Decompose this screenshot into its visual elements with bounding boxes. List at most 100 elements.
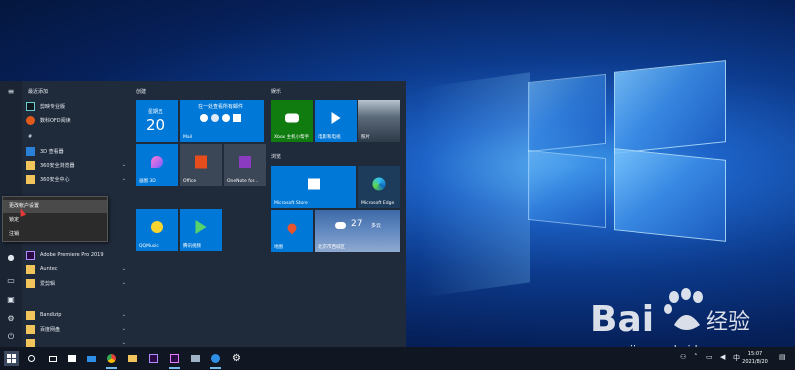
app-item-premiere[interactable]: Adobe Premiere Pro 2019 [26, 249, 126, 261]
chevron-up-icon[interactable]: ˄ [694, 353, 698, 361]
app-item-3d-viewer[interactable]: 3D 查看器 [26, 145, 126, 157]
hamburger-icon[interactable]: ≡ [6, 87, 16, 97]
settings-taskbar-icon[interactable]: ⚙ [229, 351, 244, 366]
tile-paint3d[interactable]: 画图 3D [136, 144, 178, 186]
chevron-down-icon[interactable]: ⌄ [122, 340, 126, 346]
windows-logo-pane [614, 148, 726, 242]
ofd-reader-icon [26, 115, 35, 125]
mail-taskbar-icon[interactable] [84, 351, 99, 366]
windows-logo-pane [528, 73, 606, 153]
tile-qqmusic[interactable]: QQMusic [136, 209, 178, 251]
app-item-baidu-netdisk[interactable]: 百度网盘 ⌄ [26, 323, 126, 335]
notification-icon[interactable]: ▤ [779, 353, 786, 361]
photos-taskbar-icon[interactable] [188, 351, 203, 366]
tile-maps[interactable]: 地图 [271, 210, 313, 252]
paint3d-icon [151, 155, 163, 168]
user-avatar-icon[interactable]: ● [6, 253, 16, 263]
premiere-taskbar-icon[interactable] [146, 351, 161, 366]
folder-icon [26, 160, 35, 170]
tile-label: OneNote for... [227, 179, 259, 184]
watermark-brand-cn: 经验 [706, 310, 750, 335]
app-label: 3D 查看器 [40, 148, 64, 155]
folder-icon [26, 278, 35, 288]
tile-tencent-video[interactable]: 腾讯视频 [180, 209, 222, 251]
search-circle-icon[interactable] [24, 351, 39, 366]
app-label: 360安全中心 [40, 176, 70, 183]
tile-weather[interactable]: 27 多云 北京市西城区 [315, 210, 400, 252]
app-item-ofd[interactable]: 数科OFD阅读 [26, 114, 126, 126]
edge-taskbar-icon[interactable] [208, 351, 223, 369]
chevron-down-icon[interactable]: ⌄ [122, 162, 126, 168]
folder-icon [26, 264, 35, 274]
app-item-360-browser[interactable]: 360安全浏览器 ⌄ [26, 159, 126, 171]
premiere-2-taskbar-icon[interactable] [167, 351, 182, 369]
task-view-icon[interactable] [45, 351, 60, 366]
tile-microsoft-edge[interactable]: Microsoft Edge [358, 166, 400, 208]
calendar-weekday: 星期五 [148, 109, 164, 115]
play-icon [331, 111, 341, 124]
yahoo-icon [222, 114, 230, 122]
tile-calendar[interactable]: 星期五 20 [136, 100, 178, 142]
system-clock[interactable]: 15:07 2021/8/20 [737, 350, 773, 366]
tile-label: Xbox 主机小帮手 [274, 135, 310, 140]
baidu-paw-icon [664, 288, 703, 330]
app-label: 数科OFD阅读 [40, 117, 71, 124]
folder-icon [26, 310, 35, 320]
menu-item-lock[interactable]: 锁定 [3, 214, 107, 227]
tile-label: Mail [183, 135, 193, 140]
app-item-auntec[interactable]: Auntec ⌄ [26, 263, 126, 275]
mail-envelope-icon [233, 114, 241, 122]
store-taskbar-icon[interactable] [64, 351, 79, 366]
tile-mail[interactable]: 在一处查看所有邮件 Mail [180, 100, 264, 142]
clock-time: 15:07 [747, 351, 763, 357]
tile-label: 北京市西城区 [318, 245, 345, 250]
chevron-down-icon[interactable]: ⌄ [122, 176, 126, 182]
chevron-down-icon[interactable]: ⌄ [122, 312, 126, 318]
app-item-aijianji[interactable]: 爱剪辑 ⌄ [26, 277, 126, 289]
document-icon[interactable]: ▭ [6, 276, 16, 286]
windows-logo-icon [7, 354, 16, 363]
watermark-brand: Bai [590, 299, 654, 340]
pictures-icon[interactable]: ▣ [6, 295, 16, 305]
baidu-jingyan-watermark: Bai 经验 [590, 288, 750, 340]
clock-date: 2021/8/20 [742, 359, 768, 365]
chrome-taskbar-icon[interactable] [104, 351, 119, 369]
network-icon[interactable]: ▭ [706, 353, 713, 361]
app-item-360-security[interactable]: 360安全中心 ⌄ [26, 173, 126, 185]
group-title-create[interactable]: 创建 [136, 88, 146, 95]
edge-icon [372, 177, 386, 191]
tile-microsoft-store[interactable]: Microsoft Store [271, 166, 356, 208]
people-icon[interactable]: ⚇ [680, 353, 686, 361]
group-title-play[interactable]: 娱乐 [271, 88, 281, 95]
volume-icon[interactable]: ◀ [720, 353, 725, 361]
group-title-browse[interactable]: 浏览 [271, 153, 281, 160]
account-context-menu: 更改帐户设置 锁定 注销 [2, 196, 108, 242]
jianying-icon [26, 101, 35, 111]
app-label: 360安全浏览器 [40, 162, 75, 169]
chevron-down-icon[interactable]: ⌄ [122, 326, 126, 332]
app-label: Bandizip [40, 312, 62, 318]
tile-onenote[interactable]: OneNote for... [224, 144, 266, 186]
tile-movies[interactable]: 电影和电视 [315, 100, 357, 142]
tile-office[interactable]: Office [180, 144, 222, 186]
app-item-bandizip[interactable]: Bandizip ⌄ [26, 309, 126, 321]
chevron-down-icon[interactable]: ⌄ [122, 280, 126, 286]
tile-photos[interactable]: 照片 [358, 100, 400, 142]
app-label: 剪映专业版 [40, 103, 66, 110]
power-icon[interactable]: ⏻ [6, 332, 16, 342]
light-beam [420, 72, 530, 298]
google-icon [200, 114, 208, 122]
start-button[interactable] [4, 351, 19, 366]
file-explorer-icon[interactable] [125, 351, 140, 366]
menu-item-sign-out[interactable]: 注销 [3, 228, 107, 241]
tile-label: 照片 [361, 135, 370, 140]
settings-gear-icon[interactable]: ⚙ [6, 314, 16, 324]
store-bag-icon [307, 178, 320, 190]
map-pin-icon [285, 221, 299, 234]
mail-provider-icons [200, 114, 241, 122]
tile-label: 电影和电视 [318, 135, 341, 140]
app-item-jianying[interactable]: 剪映专业版 [26, 100, 126, 112]
chevron-down-icon[interactable]: ⌄ [122, 266, 126, 272]
tile-xbox[interactable]: Xbox 主机小帮手 [271, 100, 313, 142]
tencent-video-icon [195, 219, 207, 234]
